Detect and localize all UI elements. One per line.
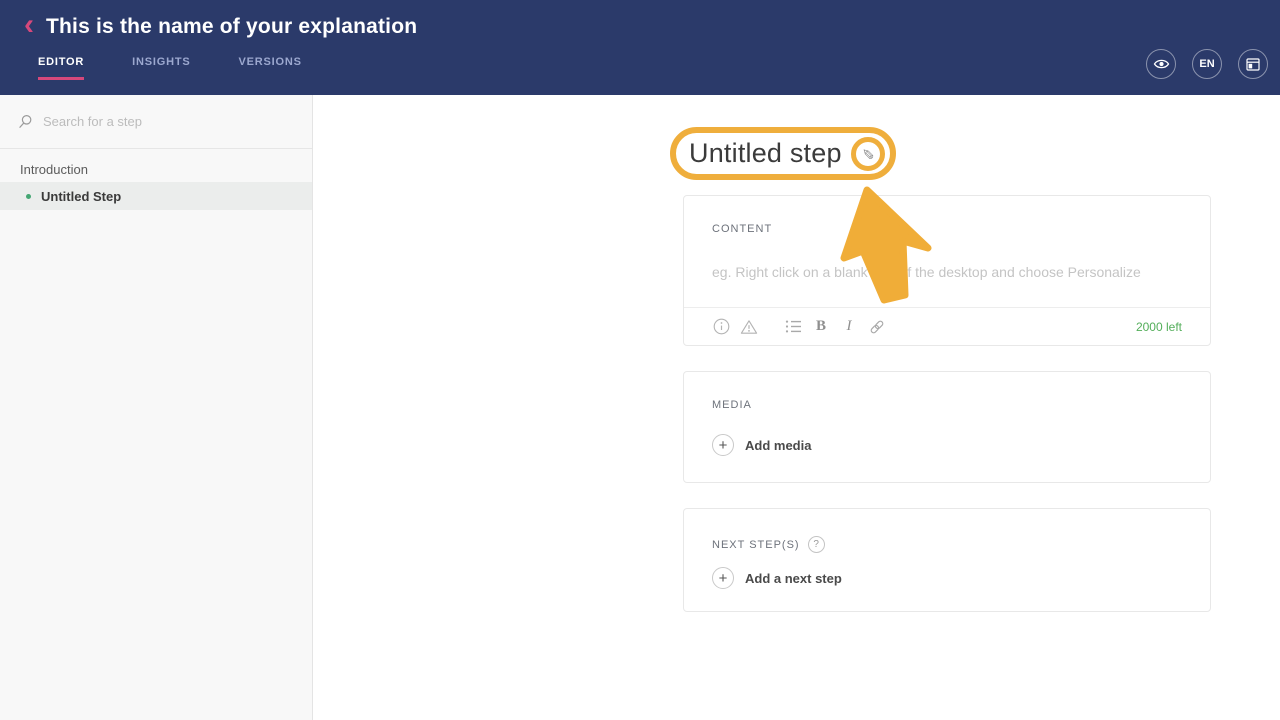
warning-icon[interactable] <box>740 318 758 336</box>
plus-icon: + <box>712 567 734 589</box>
media-card: MEDIA + Add media <box>683 371 1211 483</box>
chars-left-counter: 2000 left <box>1135 319 1182 334</box>
add-next-step-label: Add a next step <box>745 570 842 586</box>
next-steps-card-label: NEXT STEP(S) <box>712 538 800 551</box>
language-label: EN <box>1199 58 1215 70</box>
search-input[interactable] <box>43 114 283 129</box>
chevron-left-icon: ‹ <box>24 8 34 41</box>
search-icon <box>19 115 32 129</box>
editor-main: Untitled step ✎ CONTENT eg. Right click … <box>314 95 1280 720</box>
pencil-icon: ✎ <box>858 147 876 160</box>
page-title: This is the name of your explanation <box>46 15 418 38</box>
steps-sidebar: Introduction Untitled Step <box>0 95 313 720</box>
tab-editor[interactable]: EDITOR <box>38 56 85 80</box>
language-button[interactable]: EN <box>1192 49 1222 79</box>
tab-bar: EDITOR INSIGHTS VERSIONS <box>38 56 350 80</box>
help-icon[interactable]: ? <box>807 536 825 553</box>
content-card-label: CONTENT <box>712 223 773 235</box>
info-icon[interactable] <box>712 318 730 336</box>
step-status-dot <box>26 193 31 199</box>
step-title-highlight: Untitled step ✎ <box>670 127 896 180</box>
app-window: ‹ This is the name of your explanation E… <box>0 0 1280 720</box>
section-title: Introduction <box>20 162 88 177</box>
content-textarea[interactable]: eg. Right click on a blank part of the d… <box>712 264 1182 280</box>
layout-button[interactable] <box>1238 49 1268 79</box>
media-card-label: MEDIA <box>712 399 752 411</box>
add-media-button[interactable]: + Add media <box>712 434 811 456</box>
back-button[interactable]: ‹ <box>16 8 42 42</box>
italic-icon[interactable]: I <box>840 318 858 336</box>
add-media-label: Add media <box>745 437 812 453</box>
step-item-label: Untitled Step <box>41 188 122 204</box>
edit-title-button[interactable]: ✎ <box>850 136 885 171</box>
step-search <box>0 95 312 149</box>
content-toolbar: B I 2000 left <box>684 307 1210 345</box>
content-card: CONTENT eg. Right click on a blank part … <box>683 195 1211 346</box>
eye-icon <box>1153 59 1169 69</box>
tab-insights[interactable]: INSIGHTS <box>132 56 190 80</box>
layout-icon <box>1246 57 1260 71</box>
link-icon[interactable] <box>868 318 886 336</box>
add-next-step-button[interactable]: + Add a next step <box>712 567 842 589</box>
list-icon[interactable] <box>784 318 802 336</box>
tab-versions[interactable]: VERSIONS <box>239 56 302 80</box>
next-steps-card: NEXT STEP(S) ? + Add a next step <box>683 508 1211 612</box>
bold-icon[interactable]: B <box>812 318 830 336</box>
step-title[interactable]: Untitled step <box>689 138 842 169</box>
sidebar-step-item[interactable]: Untitled Step <box>0 182 312 210</box>
plus-icon: + <box>712 434 734 456</box>
preview-button[interactable] <box>1146 49 1176 79</box>
header: ‹ This is the name of your explanation E… <box>0 0 1280 95</box>
header-actions: EN <box>1146 49 1268 79</box>
